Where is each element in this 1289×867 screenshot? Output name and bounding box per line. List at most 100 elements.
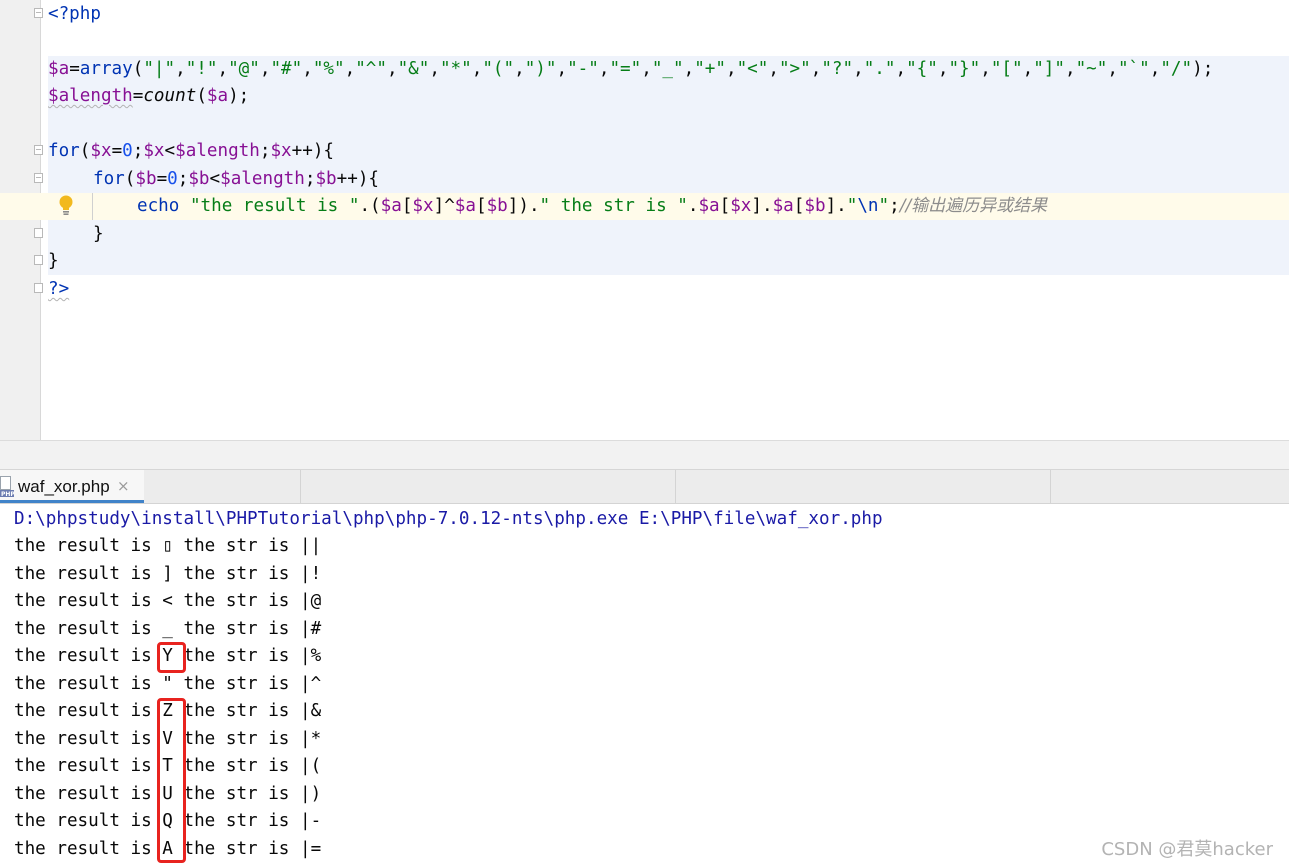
string-literal: "{" [906,59,938,79]
string-literal: "+" [694,59,726,79]
run-tab-bar: PHP waf_xor.php × [0,470,1289,504]
punctuation: .( [359,196,381,216]
code-line[interactable]: <?php [48,1,101,28]
punctuation: ++){ [336,169,380,189]
tab-label: waf_xor.php [18,477,110,496]
operator: = [156,169,168,189]
function-name: count [143,86,197,106]
number-literal: 0 [122,141,133,161]
string-literal: "<" [736,59,769,79]
comma: , [853,59,864,79]
panel-splitter[interactable] [0,440,1289,470]
code-editor[interactable]: <?php $a=array("|","!","@","#","%","^","… [0,0,1289,440]
comma: , [1149,59,1161,79]
close-icon[interactable]: × [117,470,130,503]
variable: $a [454,196,476,216]
operator: < [209,169,221,189]
array-literal: "|","!","@","#","%","^","&","*","(",")",… [143,59,1192,79]
variable: $a [48,59,70,79]
punctuation: ]). [507,196,540,216]
punctuation: ++){ [291,141,335,161]
code-line[interactable]: $a=array("|","!","@","#","%","^","&","*"… [48,56,1213,83]
function-name: array [79,59,133,79]
code-line[interactable]: for($b=0;$b<$alength;$b++){ [93,166,379,193]
editor-gutter [0,0,41,440]
console-command-line: D:\phpstudy\install\PHPTutorial\php\php-… [14,509,883,529]
number-literal: 0 [167,169,178,189]
fold-end-marker-icon[interactable] [34,255,43,265]
code-line[interactable]: $alength=count($a); [48,83,249,110]
keyword: for [93,169,125,189]
comma: , [1107,59,1118,79]
console-output-line: the result is < the str is |@ [14,591,322,611]
punctuation: [ [793,196,805,216]
fold-end-marker-icon[interactable] [34,228,43,238]
punctuation: ]^ [433,196,455,216]
highlight-box [157,698,186,863]
fold-end-marker-icon[interactable] [34,283,43,293]
punctuation: ); [228,86,250,106]
lightbulb-icon[interactable] [58,194,74,216]
punctuation: . [687,196,699,216]
code-line[interactable]: ?> [48,276,69,303]
comma: , [1065,59,1076,79]
string-literal: "#" [270,59,303,79]
fold-marker-icon[interactable] [34,8,43,18]
punctuation: [ [475,196,487,216]
string-literal: "." [863,59,896,79]
comma: , [302,59,313,79]
comma: , [471,59,483,79]
code-line[interactable]: echo "the result is ".($a[$x]^$a[$b])." … [137,193,1047,220]
string-literal: "&" [397,59,430,79]
comma: , [217,59,229,79]
comma: , [175,59,186,79]
code-line[interactable]: for($x=0;$x<$alength;$x++){ [48,138,334,165]
variable: $b [486,196,508,216]
variable: $alength [220,169,305,189]
run-console[interactable]: D:\phpstudy\install\PHPTutorial\php\php-… [0,505,1289,867]
string-literal: "|" [143,59,176,79]
comma: , [387,59,398,79]
fold-marker-icon[interactable] [34,145,43,155]
tab-divider [300,470,301,503]
punctuation: ( [196,86,207,106]
punctuation: [ [401,196,413,216]
code-comment: //输出遍历异或结果 [899,196,1048,216]
comma: , [429,59,440,79]
comma: , [810,59,822,79]
keyword: for [48,141,80,161]
watermark: CSDN @君莫hacker [1101,839,1273,860]
string-literal: "?" [821,59,854,79]
string-literal: "~" [1075,59,1108,79]
punctuation: ; [132,141,144,161]
punctuation: ( [79,141,91,161]
indent-guide [92,193,93,220]
punctuation: ; [259,141,271,161]
fold-marker-icon[interactable] [34,173,43,183]
code-line[interactable]: } [48,248,59,275]
string-literal: "%" [312,59,345,79]
punctuation: ( [124,169,136,189]
punctuation: ; [304,169,316,189]
console-output-line: the result is ▯ the str is || [14,536,322,556]
string-literal: ")" [524,59,557,79]
string-literal: " the str is " [539,196,688,216]
tab-waf-xor[interactable]: PHP waf_xor.php × [0,470,144,503]
string-literal: "the result is " [189,196,360,216]
php-file-icon: PHP [0,476,14,498]
comma: , [514,59,525,79]
variable: $b [804,196,826,216]
variable: $b [188,169,210,189]
comma: , [259,59,271,79]
console-output-line: the result is _ the str is |# [14,618,322,639]
string-literal: "_" [651,59,684,79]
variable: $alength [48,86,133,106]
operator: < [164,141,176,161]
comma: , [1022,59,1034,79]
comma: , [556,59,568,79]
string-literal: "^" [355,59,387,79]
string-literal: "!" [185,59,218,79]
punctuation: [ [719,196,731,216]
code-line[interactable]: } [93,221,104,248]
punctuation: ; [177,169,189,189]
